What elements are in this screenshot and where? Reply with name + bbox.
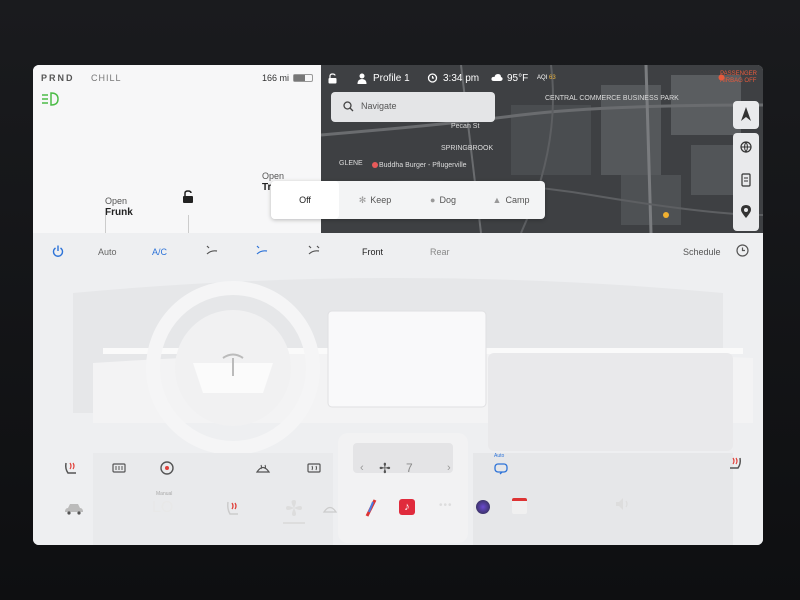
rear-tab[interactable]: Rear (430, 247, 450, 257)
schedule-button[interactable]: Schedule (683, 247, 721, 257)
rear-defrost-icon[interactable] (111, 461, 127, 475)
location-pin-icon[interactable] (741, 205, 751, 219)
drive-mode: CHILL (91, 73, 122, 83)
car-outline (105, 215, 189, 233)
active-indicator (283, 522, 305, 524)
map-label: SPRINGBROOK (441, 145, 494, 152)
touchscreen: CENTRAL COMMERCE BUSINESS PARK Buddha Bu… (33, 65, 763, 545)
steering-wheel-heater-icon[interactable] (159, 461, 175, 475)
front-defrost-icon[interactable] (255, 461, 271, 475)
front-tab[interactable]: Front (362, 247, 383, 257)
keep-label: Keep (370, 195, 392, 205)
compass-button[interactable] (733, 101, 759, 129)
fan-speed-value: 7 (406, 461, 413, 475)
driver-seat-heater-icon[interactable] (63, 461, 79, 475)
recirculate-auto-label: Auto (494, 453, 505, 459)
aqi-value: 63 (549, 75, 556, 81)
airflow-face-icon[interactable] (205, 244, 219, 258)
fan-speed-icon: ✢ (379, 460, 391, 476)
open-frunk-top: Open (105, 196, 128, 206)
status-bar: Profile 1 3:34 pm 95°F AQI 63 PASSENGER … (321, 65, 763, 93)
navigate-placeholder: Navigate (361, 101, 397, 111)
lock-icon[interactable] (182, 190, 194, 204)
car-icon[interactable] (64, 503, 84, 515)
cloud-icon (491, 74, 503, 81)
music-app-icon[interactable]: ♪ (399, 499, 415, 515)
volume-icon[interactable] (615, 497, 631, 511)
range-readout: 166 mi (262, 73, 290, 83)
map-label: GLENE (339, 160, 363, 167)
clock-icon[interactable] (736, 244, 749, 257)
clock: 3:34 pm (443, 73, 480, 84)
unlock-icon[interactable] (328, 73, 337, 84)
headlight-icon[interactable] (41, 92, 59, 106)
compass-icon (741, 107, 751, 121)
map-label: CENTRAL COMMERCE BUSINESS PARK (545, 95, 679, 102)
more-apps-icon[interactable]: ••• (439, 500, 453, 511)
gear-indicator: PRND (41, 73, 75, 83)
open-trunk-top: Open (262, 171, 285, 181)
cabin-illustration (73, 278, 753, 545)
rear-window-defrost-icon[interactable] (306, 461, 322, 475)
cabin-temp-readout[interactable]: LO (152, 499, 173, 517)
user-icon[interactable] (357, 73, 367, 84)
airbag-line-2: AIRBAG OFF (720, 78, 757, 84)
charger-icon[interactable] (741, 173, 751, 187)
alarm-clock-icon[interactable] (427, 72, 438, 83)
battery-icon (293, 74, 313, 82)
seat-heater-dock-icon[interactable] (225, 500, 241, 516)
temp-mode-label: Manual (156, 491, 173, 497)
fan-dock-icon[interactable] (285, 499, 303, 517)
dog-label: Dog (439, 195, 456, 205)
aqi-label: AQI (537, 75, 548, 81)
climate-dog-option[interactable]: ● Dog (409, 181, 477, 219)
fan-icon: ✻ (358, 195, 367, 205)
paw-icon: ● (430, 195, 436, 205)
climate-panel: Auto A/C Front Rear Schedule ‹ ✢ 7 › Aut… (33, 233, 763, 545)
fan-increase-button[interactable]: › (447, 462, 451, 474)
camera-app-icon[interactable] (476, 500, 490, 514)
search-icon (343, 101, 354, 112)
climate-keep-option[interactable]: ✻ Keep (341, 181, 409, 219)
climate-keeper-selector: Off ✻ Keep ● Dog ▲ Camp (271, 181, 545, 219)
map-label: Buddha Burger - Pflugerville (379, 162, 467, 169)
airflow-window-icon[interactable] (307, 244, 321, 258)
passenger-seat-heater-icon[interactable] (727, 456, 743, 470)
ac-button[interactable]: A/C (152, 247, 167, 257)
map-controls (733, 133, 759, 231)
recirculate-icon[interactable] (493, 461, 509, 475)
airflow-feet-icon[interactable] (255, 244, 269, 258)
calendar-app-icon[interactable] (512, 498, 527, 514)
defrost-dock-icon[interactable] (322, 502, 338, 514)
fan-decrease-button[interactable]: ‹ (360, 462, 364, 474)
airbag-line-1: PASSENGER (720, 71, 757, 77)
profile-name[interactable]: Profile 1 (373, 73, 410, 84)
tent-icon: ▲ (492, 195, 502, 205)
power-icon[interactable] (52, 245, 64, 257)
map-label: Pecan St (451, 123, 480, 130)
climate-camp-option[interactable]: ▲ Camp (477, 181, 545, 219)
globe-icon[interactable] (740, 141, 752, 153)
camp-label: Camp (505, 195, 530, 205)
auto-button[interactable]: Auto (98, 247, 117, 257)
passenger-airbag-status: PASSENGER AIRBAG OFF (720, 71, 757, 85)
climate-off-option[interactable]: Off (271, 181, 339, 219)
navigate-search[interactable]: Navigate (331, 92, 495, 122)
navigation-dock-icon[interactable] (363, 499, 379, 517)
outside-temp: 95°F (507, 73, 529, 84)
